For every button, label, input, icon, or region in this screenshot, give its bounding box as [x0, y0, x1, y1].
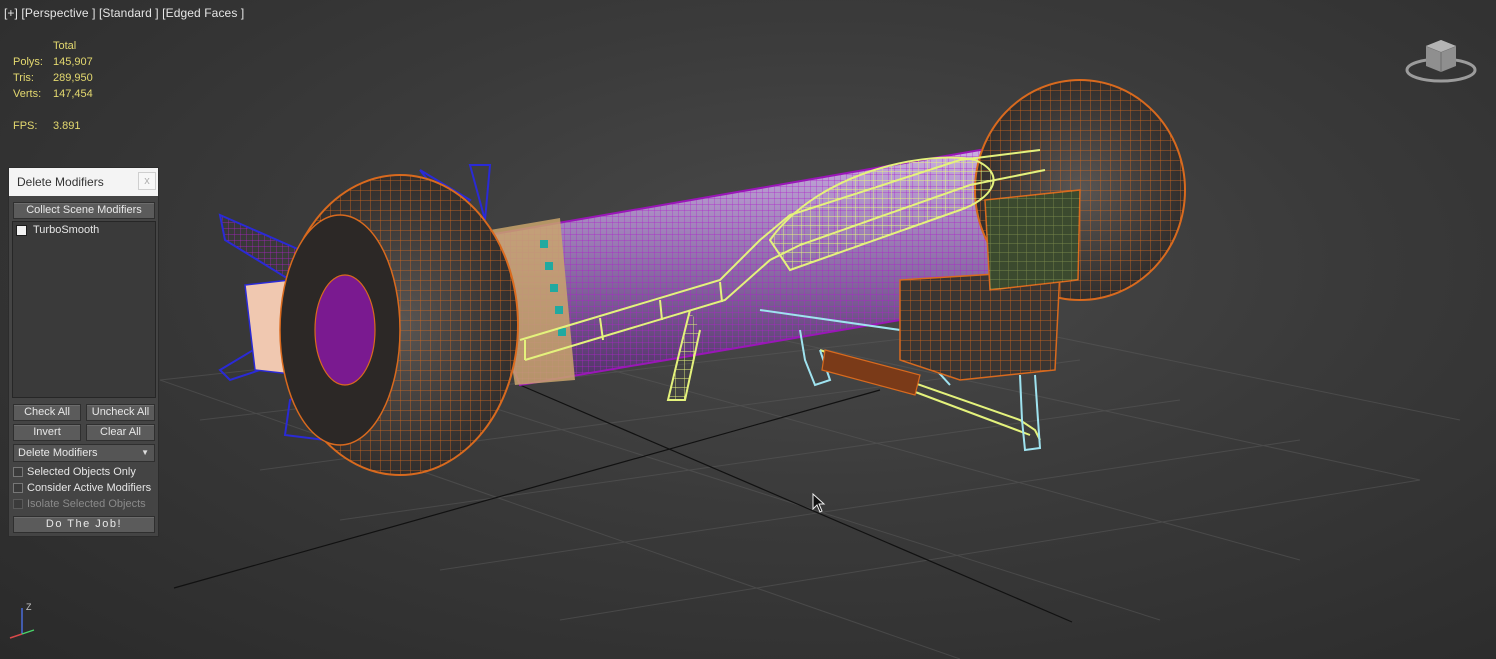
front-tire: [279, 174, 519, 476]
dialog-titlebar[interactable]: Delete Modifiers x: [9, 168, 158, 196]
chevron-down-icon: ▼: [141, 448, 149, 457]
stats-overlay: Total Polys: 145,907 Tris: 289,950 Verts: 1…: [13, 38, 113, 134]
viewcube-icon[interactable]: [1404, 36, 1478, 86]
selected-objects-only-label: Selected Objects Only: [27, 466, 136, 478]
check-all-button[interactable]: Check All: [13, 404, 81, 421]
fps-label: FPS:: [13, 120, 38, 132]
verts-label: Verts:: [13, 88, 42, 100]
verts-value: 147,454: [53, 88, 93, 100]
consider-active-modifiers-label: Consider Active Modifiers: [27, 482, 152, 494]
selected-objects-only-option[interactable]: Selected Objects Only: [13, 466, 136, 478]
mode-dropdown[interactable]: Delete Modifiers ▼: [13, 444, 155, 462]
tris-value: 289,950: [53, 72, 93, 84]
isolate-selected-objects-label: Isolate Selected Objects: [27, 498, 146, 510]
stats-header: Total: [53, 40, 77, 52]
viewport-label[interactable]: [+] [Perspective ] [Standard ] [Edged Fa…: [4, 6, 244, 20]
mode-dropdown-value: Delete Modifiers: [18, 447, 98, 459]
selected-objects-only-checkbox[interactable]: [13, 467, 23, 477]
turbosmooth-checkbox[interactable]: [16, 224, 27, 236]
list-item[interactable]: TurboSmooth: [16, 224, 99, 236]
axis-gizmo-icon: Z: [9, 602, 35, 639]
polys-value: 145,907: [53, 56, 93, 68]
uncheck-all-button[interactable]: Uncheck All: [86, 404, 155, 421]
modifier-list[interactable]: TurboSmooth: [12, 221, 156, 398]
isolate-selected-objects-option: Isolate Selected Objects: [13, 498, 146, 510]
consider-active-modifiers-option[interactable]: Consider Active Modifiers: [13, 482, 151, 494]
dialog-title: Delete Modifiers: [17, 175, 104, 189]
invert-button[interactable]: Invert: [13, 424, 81, 441]
close-button[interactable]: x: [138, 172, 156, 190]
scene-render: [159, 79, 1461, 659]
axis-z-label: Z: [26, 602, 32, 612]
fps-value: 3.891: [53, 120, 81, 132]
perspective-viewport[interactable]: [+] [Perspective ] [Standard ] [Edged Fa…: [0, 0, 1496, 659]
clear-all-button[interactable]: Clear All: [86, 424, 155, 441]
collect-scene-modifiers-button[interactable]: Collect Scene Modifiers: [13, 202, 155, 219]
tris-label: Tris:: [13, 72, 34, 84]
isolate-selected-objects-checkbox: [13, 499, 23, 509]
do-the-job-button[interactable]: Do The Job!: [13, 516, 155, 533]
consider-active-modifiers-checkbox[interactable]: [13, 483, 23, 493]
polys-label: Polys:: [13, 56, 43, 68]
modifier-label: TurboSmooth: [33, 224, 100, 236]
mouse-cursor-icon: [812, 493, 826, 513]
delete-modifiers-dialog: Delete Modifiers x Collect Scene Modifie…: [8, 167, 159, 537]
